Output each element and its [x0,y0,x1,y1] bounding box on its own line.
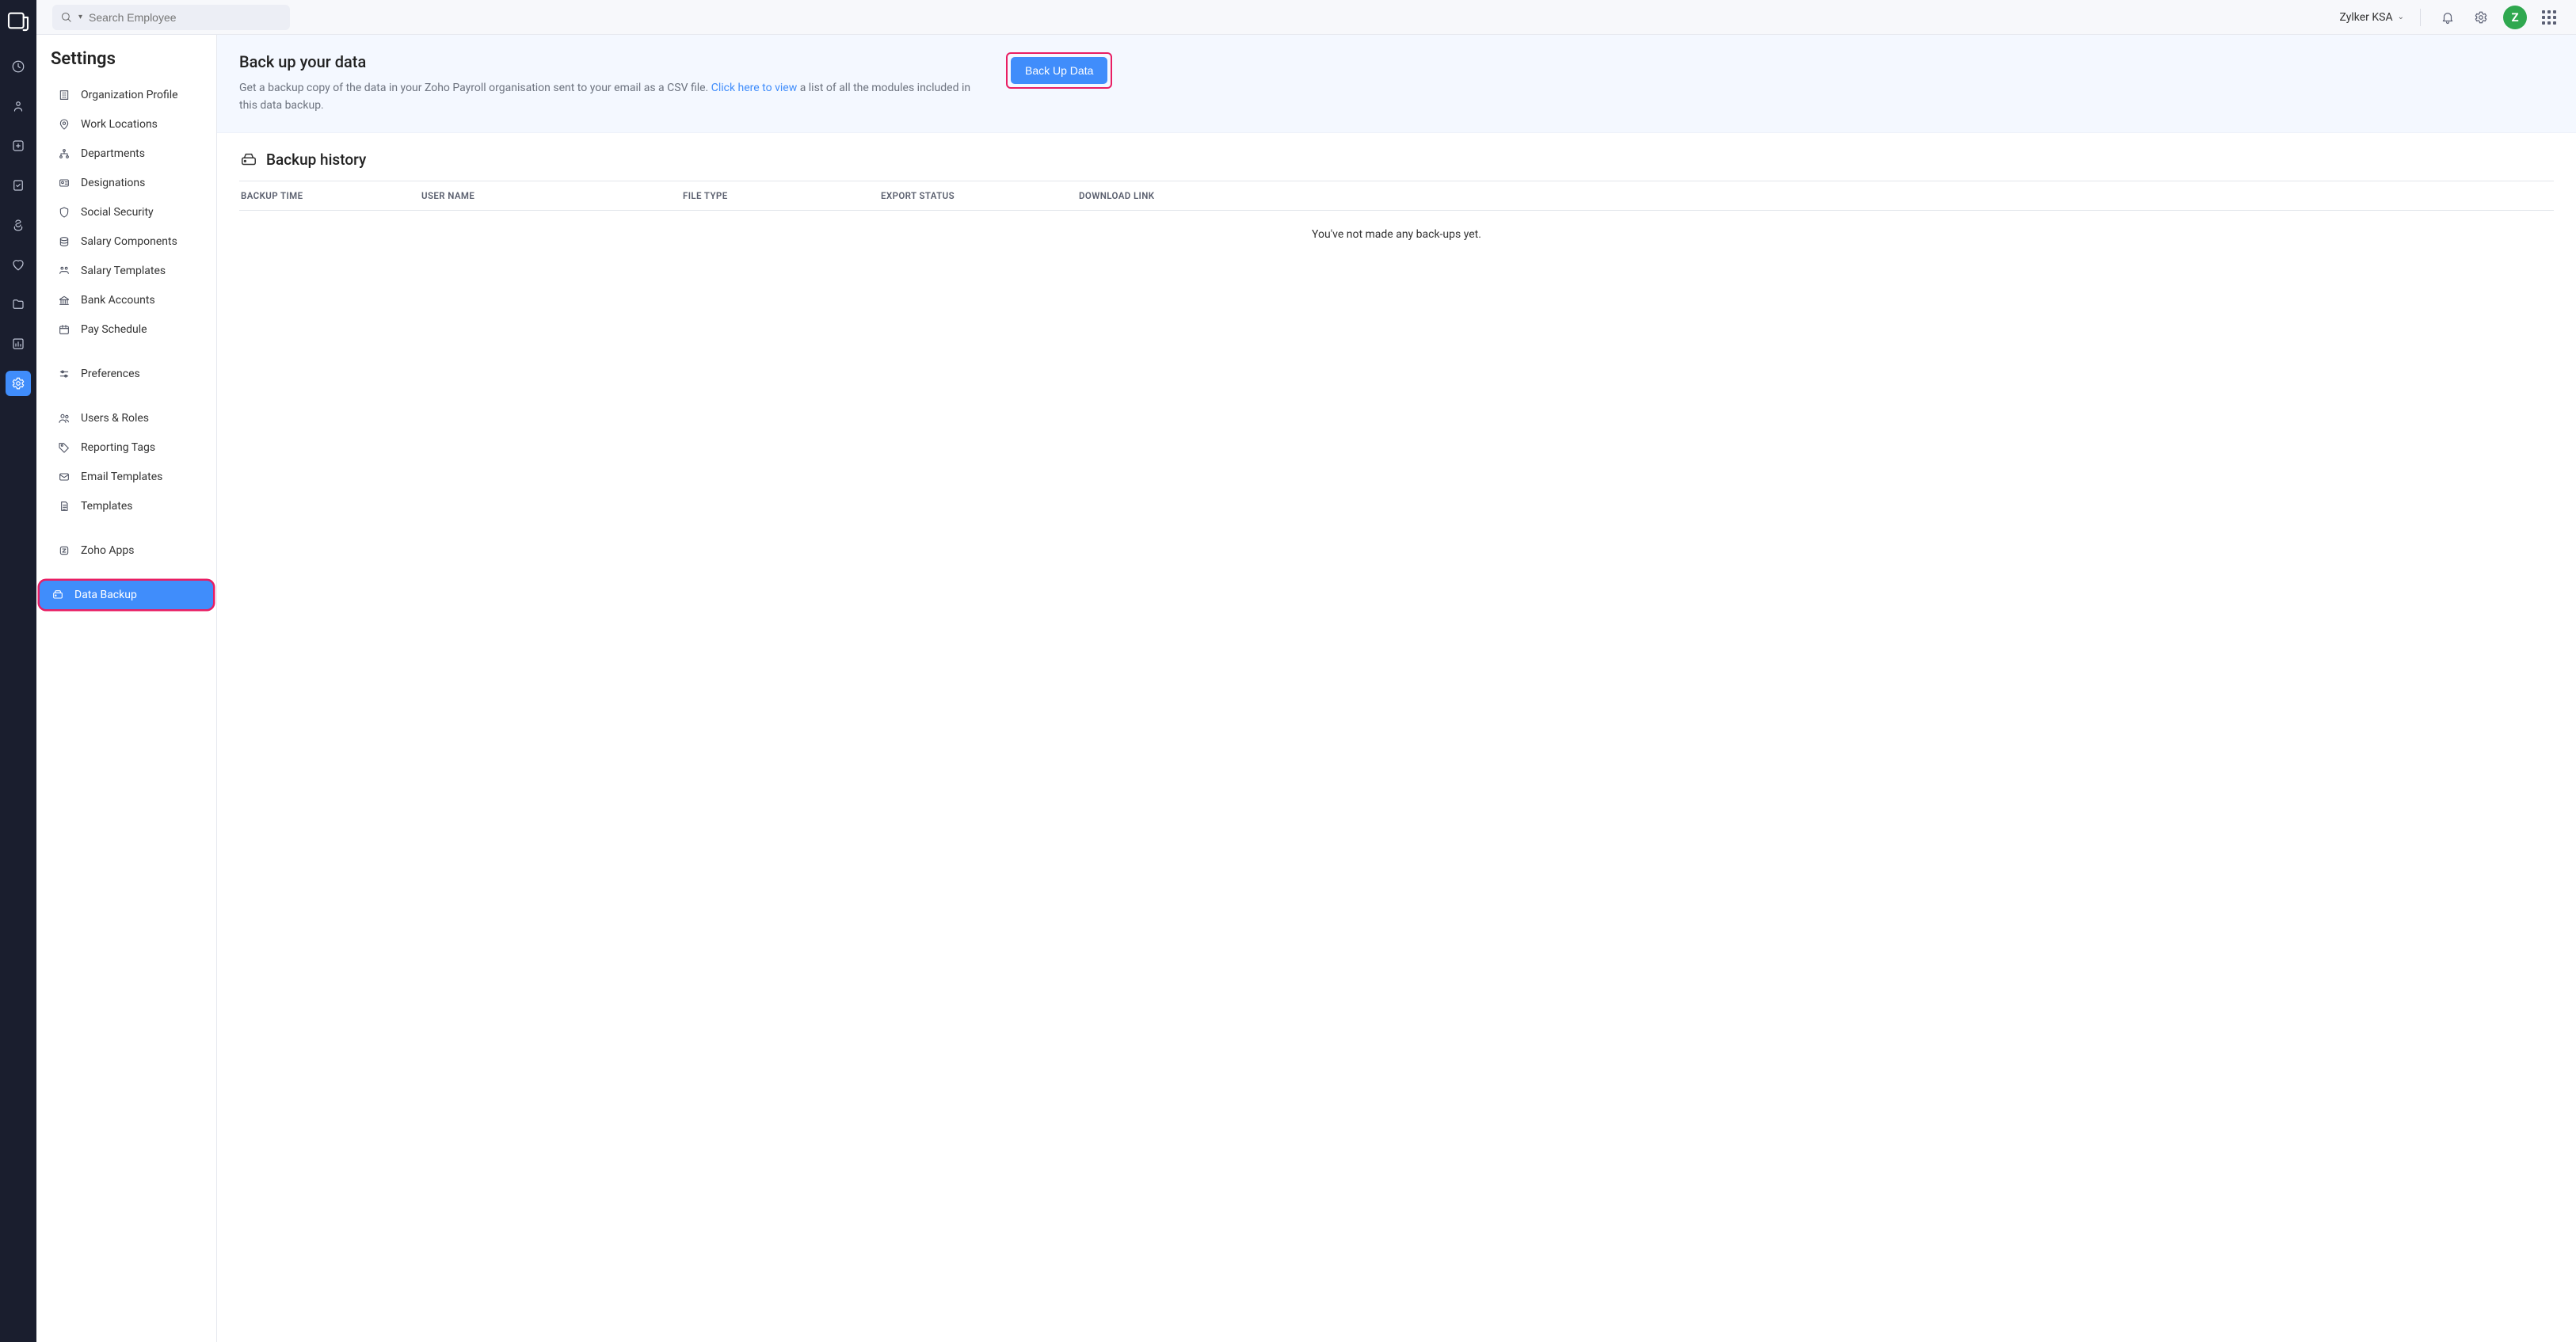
chevron-down-icon: ⌄ [2398,13,2404,21]
empty-state: You've not made any back-ups yet. [239,211,2554,258]
users-icon [57,411,71,425]
nav-data-backup[interactable]: Data Backup [40,581,213,609]
zoho-icon [57,543,71,558]
backup-button[interactable]: Back Up Data [1011,57,1107,84]
rail-approvals-icon[interactable] [6,173,31,198]
settings-gear-icon[interactable] [2470,6,2492,29]
nav-organization-profile[interactable]: Organization Profile [43,81,210,109]
nav-work-locations[interactable]: Work Locations [43,110,210,139]
topbar: ▾ Zylker KSA ⌄ Z [36,0,2576,35]
backup-banner: Back up your data Get a backup copy of t… [217,35,2576,133]
nav-designations[interactable]: Designations [43,169,210,197]
rail-settings-icon[interactable] [6,371,31,396]
nav-zoho-apps[interactable]: Zoho Apps [43,536,210,565]
rail-documents-icon[interactable] [6,292,31,317]
hard-drive-icon [239,151,258,170]
banner-description: Get a backup copy of the data in your Zo… [239,79,984,115]
rail-reports-icon[interactable] [6,331,31,356]
nav-bank-accounts[interactable]: Bank Accounts [43,286,210,315]
nav-social-security[interactable]: Social Security [43,198,210,227]
rail-money-icon[interactable] [6,212,31,238]
org-chart-icon [57,147,71,161]
nav-label: Email Templates [81,471,162,483]
apps-grid-icon[interactable] [2538,6,2560,29]
nav-email-templates[interactable]: Email Templates [43,463,210,491]
nav-label: Work Locations [81,118,158,131]
template-icon [57,264,71,278]
nav-label: Salary Components [81,235,177,248]
nav-label: Salary Templates [81,265,166,277]
nav-label: Zoho Apps [81,544,134,557]
rail-benefits-icon[interactable] [6,252,31,277]
tag-icon [57,440,71,455]
nav-departments[interactable]: Departments [43,139,210,168]
nav-label: Reporting Tags [81,441,155,454]
content-area: Back up your data Get a backup copy of t… [217,35,2576,1342]
icon-rail [0,0,36,1342]
nav-label: Pay Schedule [81,323,147,336]
col-download-link: DOWNLOAD LINK [1079,190,2554,201]
col-file-type: FILE TYPE [683,190,881,201]
org-switcher[interactable]: Zylker KSA ⌄ [2340,11,2404,24]
sliders-icon [57,367,71,381]
rail-dashboard-icon[interactable] [6,54,31,79]
table-head: BACKUP TIME USER NAME FILE TYPE EXPORT S… [239,181,2554,211]
app-logo-icon[interactable] [6,8,31,33]
database-icon [51,588,65,602]
nav-pay-schedule[interactable]: Pay Schedule [43,315,210,344]
col-backup-time: BACKUP TIME [239,190,421,201]
nav-label: Templates [81,500,133,513]
nav-label: Social Security [81,206,154,219]
bank-icon [57,293,71,307]
org-name: Zylker KSA [2340,11,2393,24]
banner-title: Back up your data [239,52,984,71]
document-icon [57,499,71,513]
calendar-icon [57,322,71,337]
nav-label: Designations [81,177,145,189]
nav-label: Organization Profile [81,89,178,101]
coins-icon [57,234,71,249]
col-export-status: EXPORT STATUS [881,190,1079,201]
search-caret-icon[interactable]: ▾ [78,13,82,21]
nav-label: Departments [81,147,145,160]
nav-salary-components[interactable]: Salary Components [43,227,210,256]
nav-label: Bank Accounts [81,294,155,307]
building-icon [57,88,71,102]
col-user-name: USER NAME [421,190,683,201]
settings-sidebar: Settings Organization Profile Work Locat… [36,35,217,1342]
backup-history-section: Backup history BACKUP TIME USER NAME FIL… [217,133,2576,276]
mail-icon [57,470,71,484]
nav-users-roles[interactable]: Users & Roles [43,404,210,433]
search-box[interactable]: ▾ [52,5,290,30]
nav-reporting-tags[interactable]: Reporting Tags [43,433,210,462]
nav-salary-templates[interactable]: Salary Templates [43,257,210,285]
search-icon [60,11,72,23]
notifications-icon[interactable] [2437,6,2459,29]
search-input[interactable] [89,11,282,24]
shield-icon [57,205,71,219]
sidebar-title: Settings [36,49,216,80]
rail-add-icon[interactable] [6,133,31,158]
backup-history-table: BACKUP TIME USER NAME FILE TYPE EXPORT S… [239,181,2554,258]
backup-button-highlight: Back Up Data [1006,52,1112,89]
avatar[interactable]: Z [2503,6,2527,29]
nav-label: Users & Roles [81,412,149,425]
nav-label: Data Backup [74,589,137,601]
history-title: Backup history [266,151,366,169]
id-card-icon [57,176,71,190]
view-modules-link[interactable]: Click here to view [711,82,798,94]
rail-employees-icon[interactable] [6,93,31,119]
nav-preferences[interactable]: Preferences [43,360,210,388]
location-icon [57,117,71,132]
nav-label: Preferences [81,368,140,380]
nav-templates[interactable]: Templates [43,492,210,520]
